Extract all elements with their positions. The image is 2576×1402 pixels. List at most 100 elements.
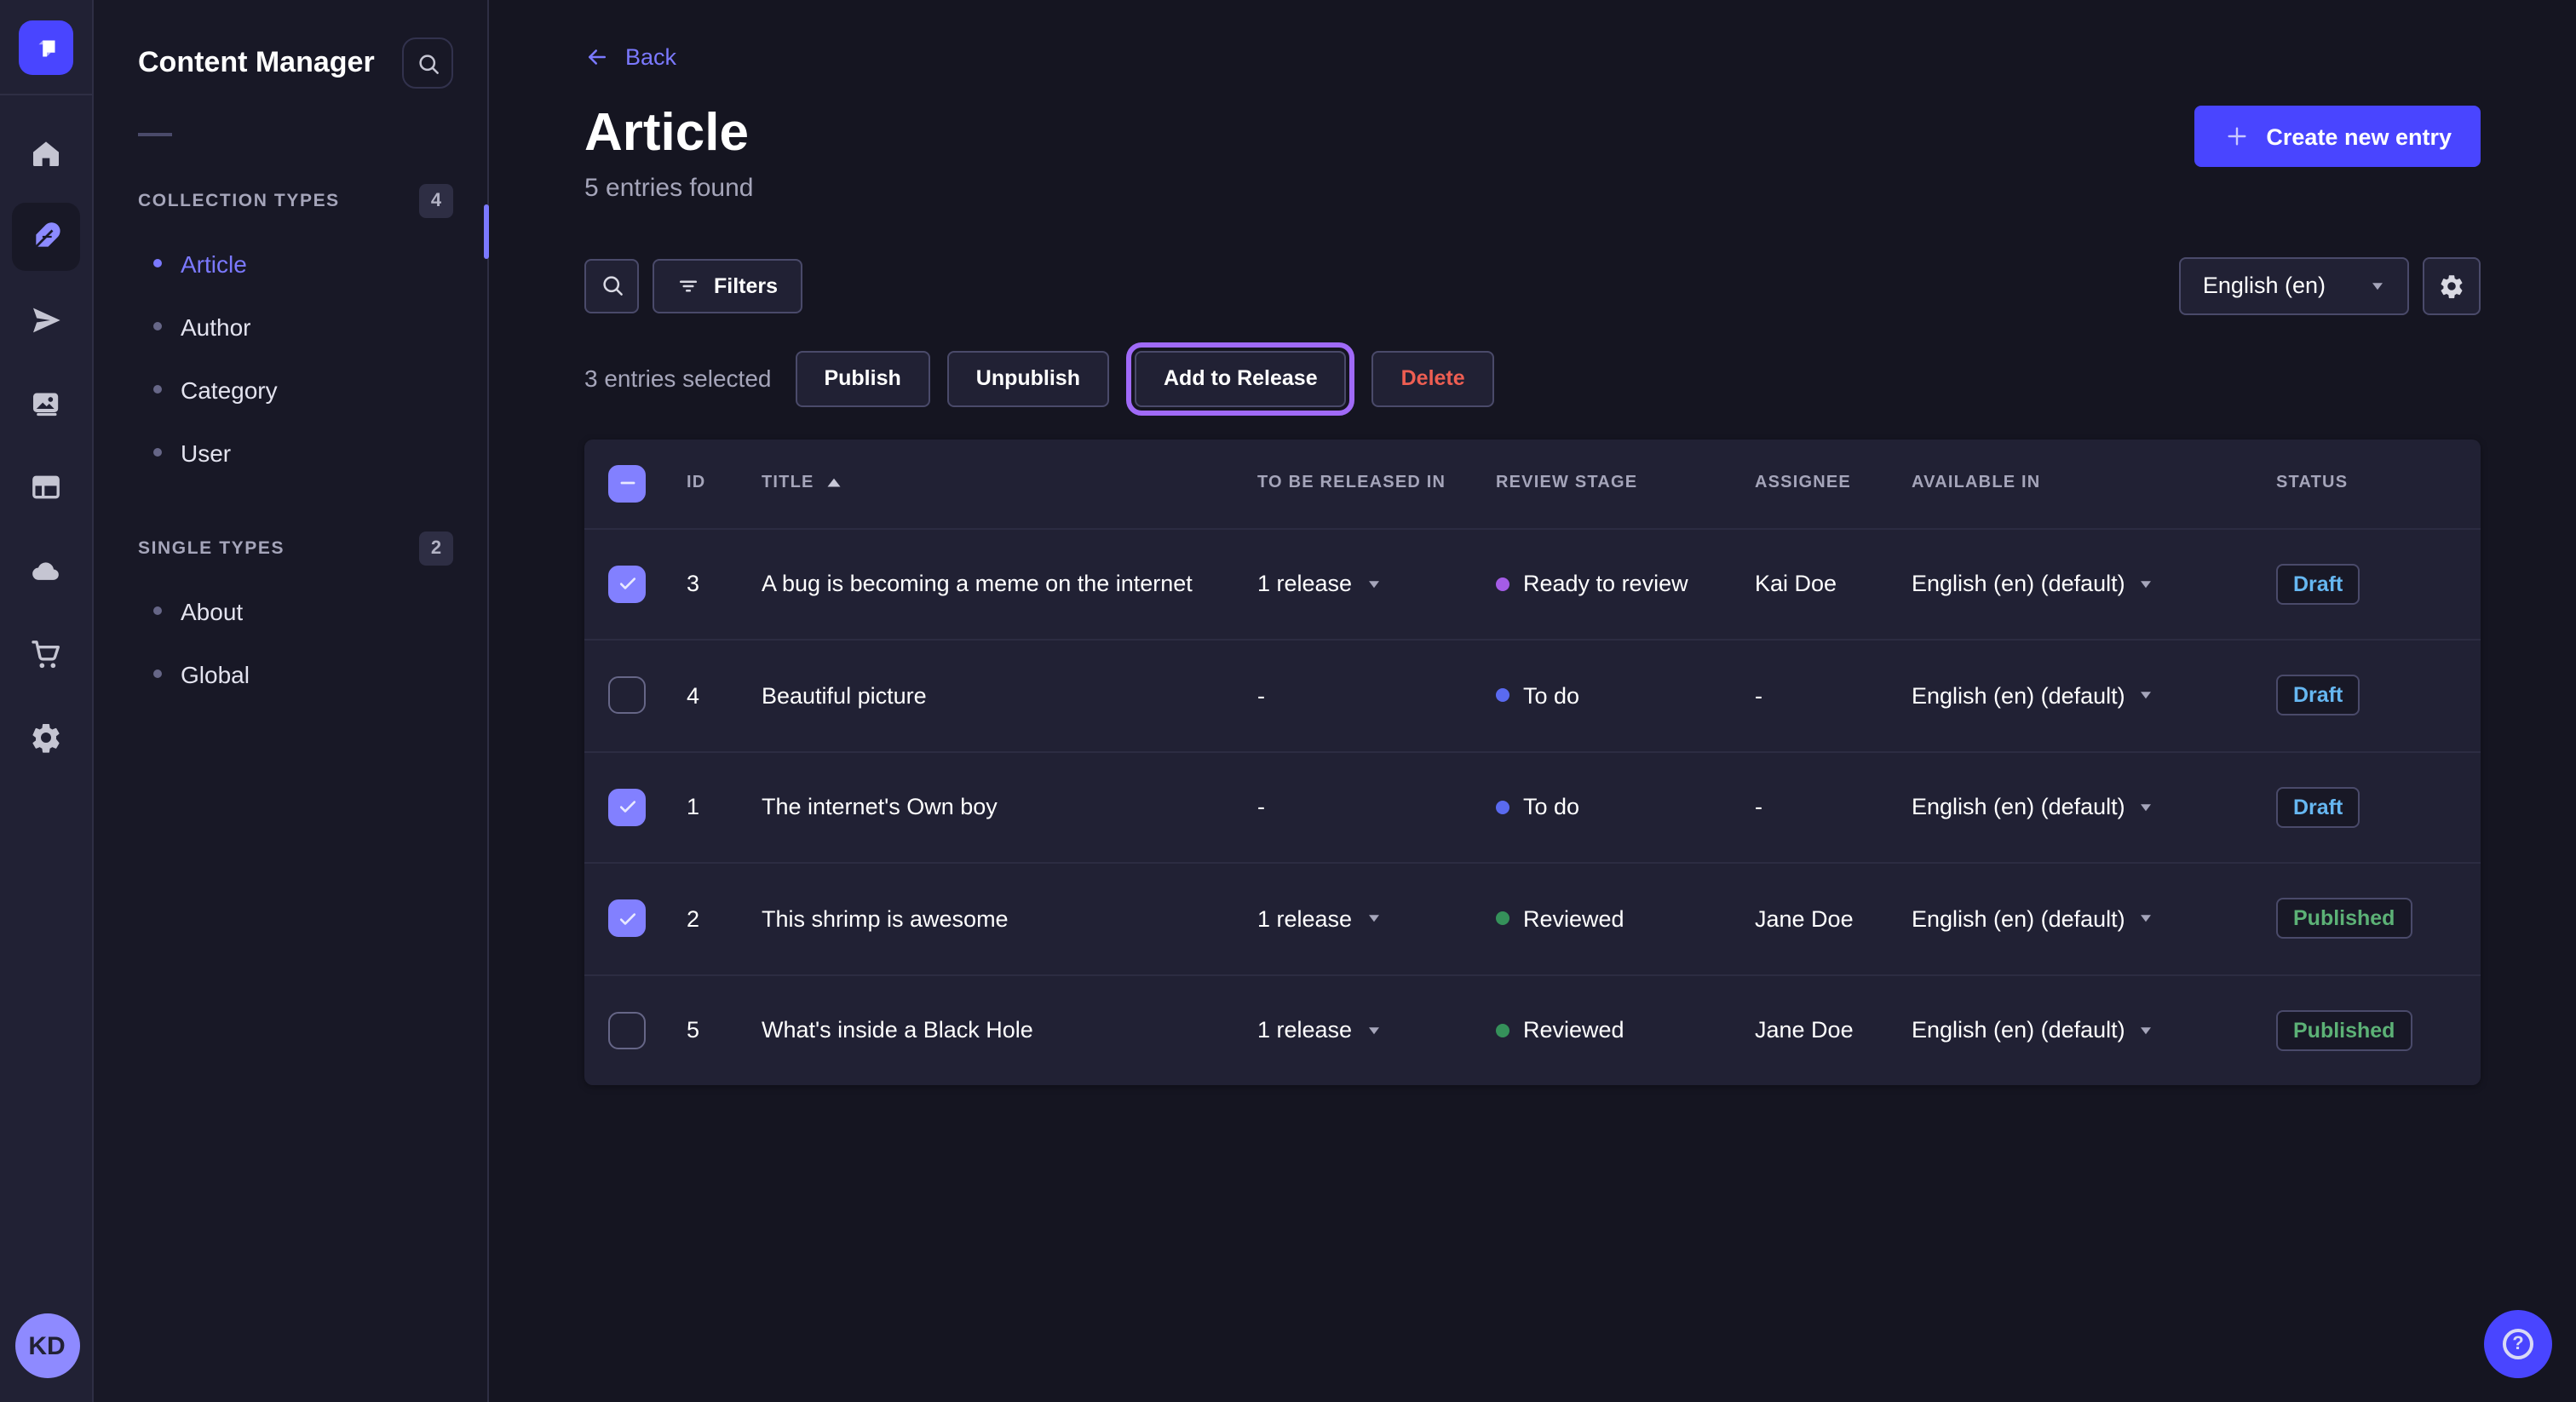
content-manager-subnav: Content Manager COLLECTION TYPES 4 Artic… [94, 0, 489, 1402]
subnav-title: Content Manager [138, 46, 375, 80]
publish-button[interactable]: Publish [795, 350, 929, 406]
status-badge: Draft [2276, 675, 2360, 716]
select-all-checkbox[interactable] [608, 464, 646, 502]
paper-plane-icon[interactable] [12, 286, 80, 354]
cell-available-in-dropdown[interactable]: English (en) (default) [1912, 1018, 2276, 1043]
cell-assignee: Kai Doe [1755, 572, 1912, 597]
subnav-divider [138, 133, 172, 136]
cell-release-dropdown[interactable]: 1 release [1257, 1018, 1496, 1043]
cloud-icon[interactable] [12, 537, 80, 605]
bullet-icon [153, 448, 162, 457]
search-button[interactable] [584, 258, 639, 313]
cell-available-in-dropdown[interactable]: English (en) (default) [1912, 572, 2276, 597]
chevron-down-icon [2139, 579, 2154, 589]
strapi-logo[interactable] [19, 20, 73, 75]
home-icon[interactable] [12, 119, 80, 187]
single-types-label: SINGLE TYPES [138, 538, 285, 559]
stage-label: Reviewed [1523, 906, 1624, 932]
table-row[interactable]: 4 Beautiful picture - To do - English (e… [584, 639, 2481, 750]
available-in-value: English (en) (default) [1912, 1018, 2125, 1043]
available-in-value: English (en) (default) [1912, 683, 2125, 709]
settings-gear-icon[interactable] [12, 704, 80, 772]
stage-dot [1496, 912, 1509, 926]
collection-types-label: COLLECTION TYPES [138, 191, 340, 211]
chevron-down-icon [1366, 1026, 1381, 1036]
unpublish-button[interactable]: Unpublish [947, 350, 1109, 406]
row-checkbox[interactable] [608, 566, 646, 603]
status-badge: Draft [2276, 787, 2360, 828]
create-new-entry-button[interactable]: Create new entry [2194, 106, 2481, 167]
subnav-item-article[interactable]: Article [138, 232, 453, 295]
table-row[interactable]: 2 This shrimp is awesome 1 release Revie… [584, 862, 2481, 974]
view-settings-button[interactable] [2423, 256, 2481, 314]
column-header-id[interactable]: ID [687, 474, 762, 492]
row-checkbox[interactable] [608, 900, 646, 938]
column-header-title[interactable]: TITLE [762, 474, 1257, 492]
available-in-value: English (en) (default) [1912, 906, 2125, 932]
cell-available-in-dropdown[interactable]: English (en) (default) [1912, 683, 2276, 709]
subnav-item-label: Category [181, 376, 278, 403]
add-to-release-button[interactable]: Add to Release [1135, 350, 1347, 406]
bullet-icon [153, 669, 162, 678]
plus-icon [2223, 123, 2251, 150]
cell-available-in-dropdown[interactable]: English (en) (default) [1912, 795, 2276, 820]
check-icon [616, 908, 638, 930]
table-row[interactable]: 3 A bug is becoming a meme on the intern… [584, 527, 2481, 639]
cell-id: 4 [687, 683, 762, 709]
bullet-icon [153, 606, 162, 615]
subnav-item-label: Author [181, 313, 251, 340]
bullet-icon [153, 322, 162, 330]
search-icon [599, 273, 624, 298]
table-header-row: ID TITLE TO BE RELEASED IN REVIEW STAGE … [584, 439, 2481, 527]
cell-release-dropdown[interactable]: 1 release [1257, 906, 1496, 932]
sort-ascending-icon [826, 477, 842, 489]
bullet-icon [153, 259, 162, 267]
cell-title: A bug is becoming a meme on the internet [762, 572, 1257, 597]
chevron-down-icon [2370, 280, 2385, 290]
subnav-item-author[interactable]: Author [138, 295, 453, 358]
marketplace-cart-icon[interactable] [12, 620, 80, 688]
subnav-item-about[interactable]: About [138, 579, 453, 642]
cell-review-stage: To do [1496, 683, 1755, 709]
user-avatar[interactable]: KD [14, 1313, 79, 1378]
subnav-item-user[interactable]: User [138, 421, 453, 484]
column-header-status[interactable]: STATUS [2276, 474, 2457, 492]
row-checkbox[interactable] [608, 677, 646, 715]
subnav-item-label: About [181, 597, 243, 624]
cell-assignee: - [1755, 683, 1912, 709]
row-checkbox[interactable] [608, 1012, 646, 1049]
column-header-assignee[interactable]: ASSIGNEE [1755, 474, 1912, 492]
collection-types-count-badge: 4 [419, 184, 453, 218]
cell-assignee: - [1755, 795, 1912, 820]
cell-available-in-dropdown[interactable]: English (en) (default) [1912, 906, 2276, 932]
subnav-search-button[interactable] [402, 37, 453, 89]
subnav-item-global[interactable]: Global [138, 642, 453, 705]
subnav-item-label: User [181, 439, 231, 466]
filters-button[interactable]: Filters [653, 258, 802, 313]
content-manager-icon[interactable] [12, 203, 80, 271]
question-mark-icon: ? [2503, 1329, 2533, 1359]
locale-select[interactable]: English (en) [2179, 256, 2409, 314]
release-value: 1 release [1257, 572, 1352, 597]
help-button[interactable]: ? [2484, 1310, 2552, 1378]
stage-label: Reviewed [1523, 1018, 1624, 1043]
back-link[interactable]: Back [584, 44, 676, 70]
selection-count-text: 3 entries selected [584, 365, 771, 392]
cell-release-dropdown[interactable]: 1 release [1257, 572, 1496, 597]
cell-id: 3 [687, 572, 762, 597]
column-header-review-stage[interactable]: REVIEW STAGE [1496, 474, 1755, 492]
column-header-available-in[interactable]: AVAILABLE IN [1912, 474, 2276, 492]
column-header-to-be-released-in[interactable]: TO BE RELEASED IN [1257, 474, 1496, 492]
layout-icon[interactable] [12, 453, 80, 521]
delete-button[interactable]: Delete [1372, 350, 1494, 406]
media-library-icon[interactable] [12, 370, 80, 438]
locale-value: English (en) [2203, 273, 2326, 298]
column-header-title-label: TITLE [762, 474, 814, 492]
back-label: Back [625, 44, 676, 70]
icon-rail: KD [0, 0, 94, 1402]
row-checkbox[interactable] [608, 789, 646, 826]
table-row[interactable]: 1 The internet's Own boy - To do - Engli… [584, 750, 2481, 862]
table-row[interactable]: 5 What's inside a Black Hole 1 release R… [584, 974, 2481, 1085]
subnav-item-category[interactable]: Category [138, 358, 453, 421]
cell-assignee: Jane Doe [1755, 906, 1912, 932]
